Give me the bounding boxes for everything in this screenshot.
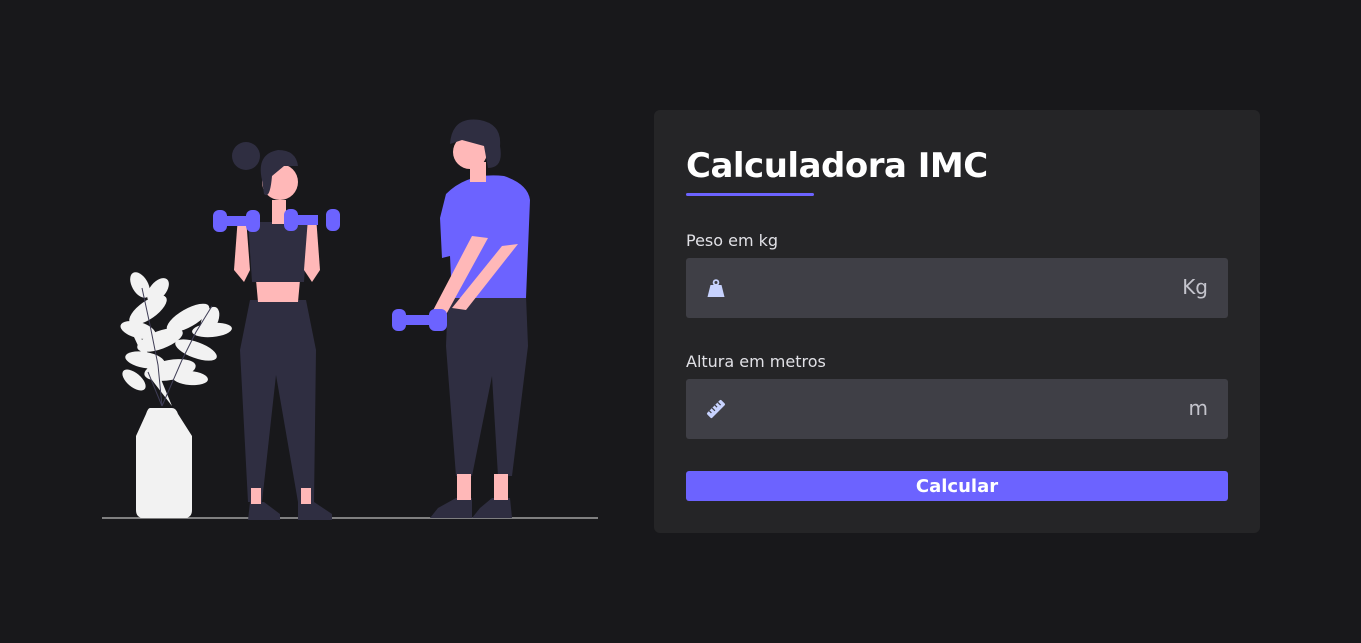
page-title: Calculadora IMC	[686, 146, 988, 186]
weight-input[interactable]	[746, 258, 1146, 318]
weight-field: Kg	[686, 258, 1228, 318]
weight-icon-svg	[707, 279, 725, 297]
weight-label: Peso em kg	[686, 231, 779, 250]
woman-figure	[213, 142, 340, 520]
weight-icon	[704, 276, 728, 300]
man-figure	[392, 119, 530, 518]
ruler-icon-svg	[706, 399, 726, 419]
plant-leaves	[120, 272, 232, 406]
weight-unit: Kg	[1182, 275, 1208, 299]
imc-calculator-card: Calculadora IMC Peso em kg Kg Altura em …	[654, 110, 1260, 533]
height-label: Altura em metros	[686, 352, 826, 371]
title-underline	[686, 193, 814, 196]
height-field: m	[686, 379, 1228, 439]
fitness-illustration-svg	[102, 119, 598, 520]
height-input[interactable]	[746, 379, 1146, 439]
ruler-icon	[704, 397, 728, 421]
calculate-button[interactable]: Calcular	[686, 471, 1228, 501]
height-unit: m	[1188, 396, 1208, 420]
vase	[136, 408, 192, 518]
fitness-illustration	[100, 110, 600, 522]
